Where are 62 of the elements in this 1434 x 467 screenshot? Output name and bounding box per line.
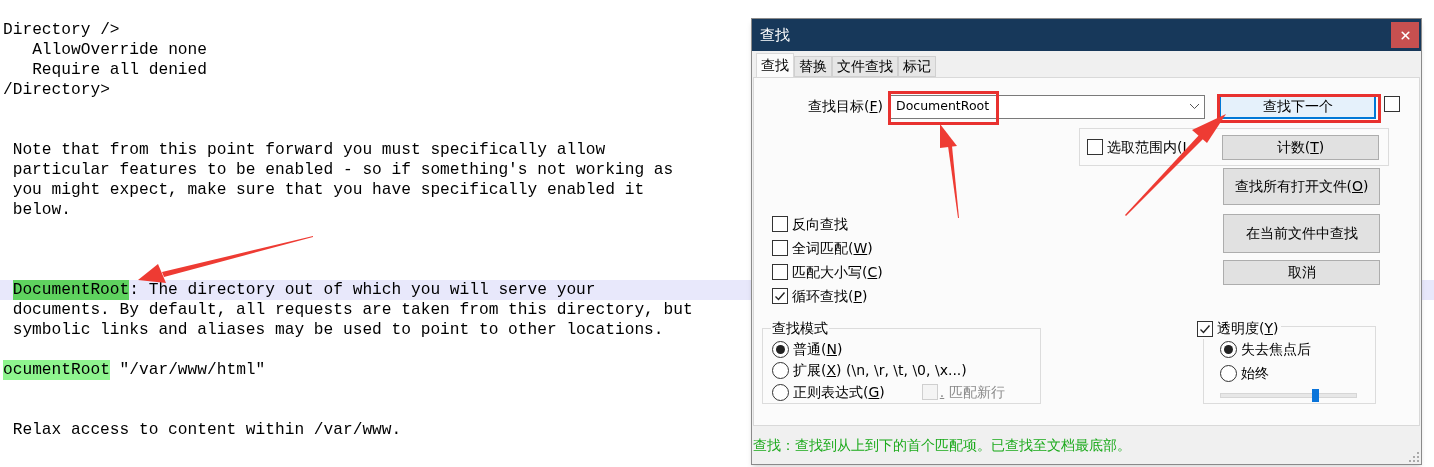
code-text: AllowOverride none (31, 40, 207, 60)
option-label: 正则表达式(G) (793, 382, 885, 402)
option-label: 始终 (1241, 363, 1269, 383)
radio-button[interactable] (1220, 340, 1237, 358)
window-title: 查找 (760, 24, 790, 46)
checkbox[interactable] (1087, 139, 1103, 155)
option-label: . 匹配新行 (939, 382, 1005, 402)
option-label: 普通(N) (793, 340, 843, 360)
radio-button[interactable] (772, 341, 789, 359)
search-field[interactable]: DocumentRoot (889, 94, 1205, 119)
code-text: Require all denied (31, 60, 207, 80)
option-label: 选取范围内(I (1107, 137, 1187, 157)
chevron-down-icon (1189, 103, 1200, 110)
tab[interactable]: 查找 (756, 53, 794, 77)
resize-grip-icon (1409, 452, 1419, 462)
search-match: ocumentRoot (3, 360, 110, 380)
code-text: documents. By default, all requests are taken from this directory, but (12, 300, 693, 320)
slider-thumb[interactable] (1312, 389, 1319, 402)
group-title: 查找模式 (772, 320, 828, 336)
code-text: Note that from this point forward you must specifically allow (12, 140, 606, 160)
checkbox[interactable] (772, 240, 788, 256)
option-label: 循环查找(P) (792, 286, 868, 306)
option-label: 失去焦点后 (1241, 339, 1311, 359)
tab[interactable]: 文件查找 (832, 56, 898, 77)
option-label: 反向查找 (792, 214, 848, 234)
option-label: 匹配大小写(C) (792, 262, 883, 282)
code-text: you might expect, make sure that you have specifically enabled it (12, 180, 645, 200)
button-label: 查找所有打开文件(O) (1234, 178, 1369, 194)
tab[interactable]: 标记 (898, 56, 936, 77)
checkbox[interactable] (772, 264, 788, 280)
cancel-button[interactable]: 取消 (1223, 260, 1380, 285)
code-text: symbolic links and aliases may be used to point to other locations. (12, 320, 664, 340)
option-label: 透明度(Y) (1217, 319, 1279, 338)
field-label: 查找目标(F) (808, 97, 883, 116)
find-in-file-button[interactable]: 在当前文件中查找 (1223, 214, 1380, 253)
radio-button[interactable] (1220, 364, 1237, 382)
code-text: Directory /> (3, 20, 120, 40)
find-all-button[interactable]: 查找所有打开文件(O) (1223, 168, 1380, 205)
checkbox[interactable] (1197, 320, 1213, 337)
code-text: /Directory> (3, 80, 110, 100)
close-button[interactable] (1391, 22, 1419, 48)
code-text: "/var/www/html" (118, 360, 266, 380)
close-icon (1398, 28, 1412, 42)
button-label: 取消 (1287, 264, 1316, 280)
code-text: below. (12, 200, 71, 220)
option-label: 全词匹配(W) (792, 238, 873, 258)
search-match: DocumentRoot (12, 280, 130, 300)
button-label: 计数(T) (1276, 138, 1325, 155)
checkbox[interactable] (772, 288, 788, 304)
checkbox[interactable] (772, 216, 788, 232)
code-text: Relax access to content within /var/www. (12, 420, 402, 440)
code-text: : The directory out of which you will serve your (129, 280, 596, 300)
field-value: DocumentRoot (896, 97, 990, 116)
checkbox[interactable] (1384, 95, 1400, 112)
radio-button[interactable] (772, 383, 789, 401)
option-label: 扩展(X) (\n, \r, \t, \0, \x...) (793, 361, 967, 381)
tab[interactable]: 替换 (794, 56, 832, 77)
count-button[interactable]: 计数(T) (1222, 134, 1379, 160)
status-text: 查找：查找到从上到下的首个匹配项。已查找至文档最底部。 (753, 435, 1131, 455)
button-label: 在当前文件中查找 (1245, 225, 1358, 241)
radio-button[interactable] (772, 362, 789, 380)
code-text: particular features to be enabled - so if something's not working as (12, 160, 674, 180)
